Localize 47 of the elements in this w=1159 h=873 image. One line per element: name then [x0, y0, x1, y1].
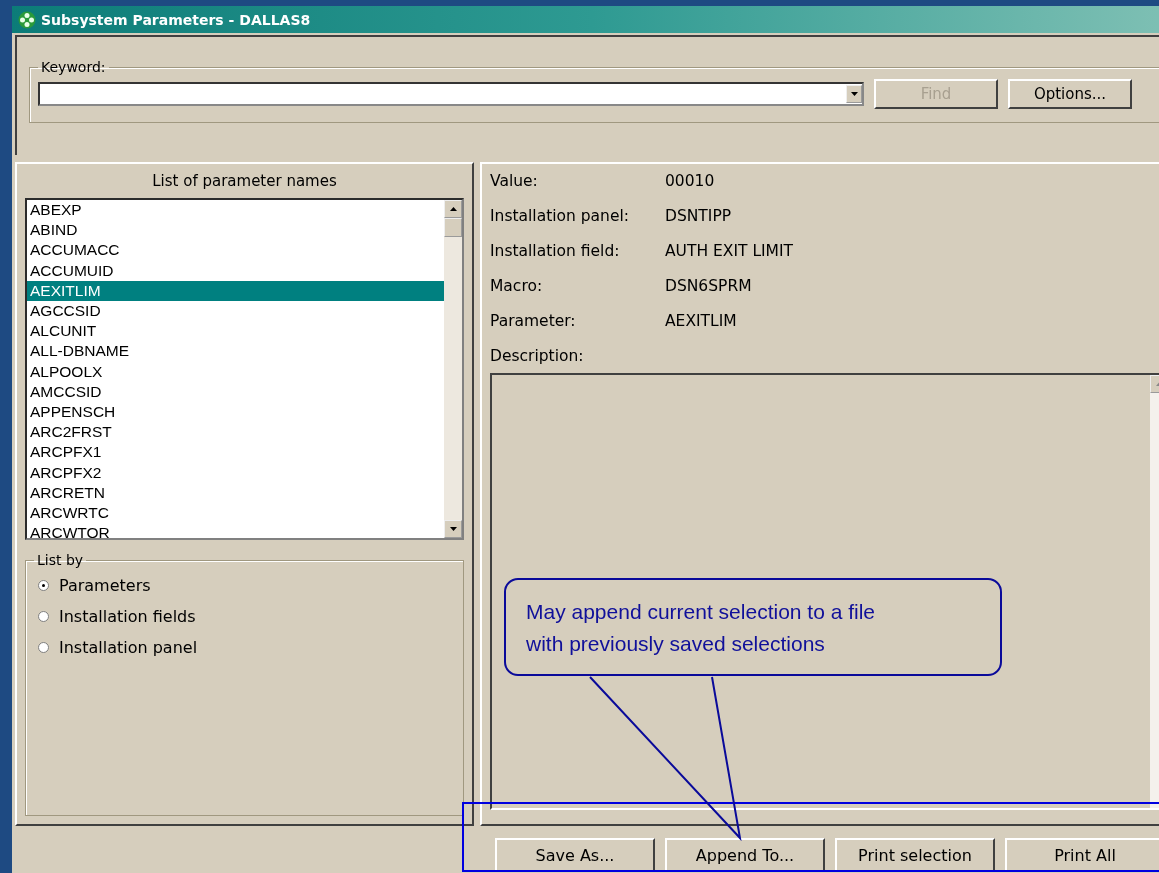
keyword-combo-field[interactable] [38, 82, 864, 106]
scroll-thumb[interactable] [444, 218, 462, 237]
list-item[interactable]: AMCCSID [27, 381, 444, 403]
list-item[interactable]: ARCWRTC [27, 503, 444, 524]
field-value: AEXITLIM [665, 312, 737, 332]
list-item[interactable]: ALL-DBNAME [27, 341, 444, 362]
field-label: Installation field: [490, 242, 621, 262]
radio-option[interactable]: Parameters [38, 576, 455, 595]
scroll-down-arrow-icon[interactable] [449, 527, 457, 531]
group-label: Keyword: [40, 59, 107, 75]
list-item[interactable]: ARC2FRST [27, 422, 444, 443]
list-item[interactable]: ACCUMACC [27, 240, 444, 261]
field-label: Description: [490, 347, 585, 367]
action-button[interactable]: Print selection [835, 838, 995, 872]
list-item[interactable]: AGCCSID [27, 301, 444, 322]
callout-text: May append current selection to a file with previously saved selections [526, 599, 877, 657]
group-label: List by [36, 552, 85, 568]
field-value: DSNTIPP [665, 207, 732, 227]
action-button[interactable]: Save As... [495, 838, 655, 872]
field-label: Value: [490, 172, 539, 192]
list-item[interactable]: ALCUNIT [27, 321, 444, 342]
list-item[interactable]: ARCWTOR [27, 523, 444, 538]
action-button[interactable]: Append To... [665, 838, 825, 872]
list-item[interactable]: ABEXP [27, 200, 444, 221]
scroll-up-arrow-icon[interactable] [449, 207, 457, 211]
field-label: Macro: [490, 277, 544, 297]
list-item[interactable]: ARCRETN [27, 482, 444, 504]
options-button[interactable]: Options... [1008, 79, 1132, 109]
scrollbar[interactable] [444, 200, 462, 538]
field-label: Installation panel: [490, 207, 630, 227]
field-value: 00010 [665, 172, 715, 192]
list-item[interactable]: ABIND [27, 220, 444, 241]
field-label: Parameter: [490, 312, 577, 332]
app-icon [18, 10, 36, 29]
list-item[interactable]: ARCPFX1 [27, 442, 444, 463]
window-title: Subsystem Parameters - DALLAS8 [41, 11, 311, 28]
list-item[interactable]: ALPOOLX [27, 361, 444, 382]
field-value: DSN6SPRM [665, 277, 752, 297]
list-item[interactable]: ARCPFX2 [27, 462, 444, 483]
list-item[interactable]: ACCUMUID [27, 260, 444, 281]
radio-option[interactable]: Installation fields [38, 607, 455, 626]
field-value: AUTH EXIT LIMIT [665, 242, 793, 262]
list-item[interactable]: APPENSCH [27, 402, 444, 423]
radio-option[interactable]: Installation panel [38, 638, 455, 657]
action-button[interactable]: Print All [1005, 838, 1159, 872]
list-title: List of parameter names [151, 172, 338, 190]
list-item[interactable]: AEXITLIM [27, 280, 444, 301]
